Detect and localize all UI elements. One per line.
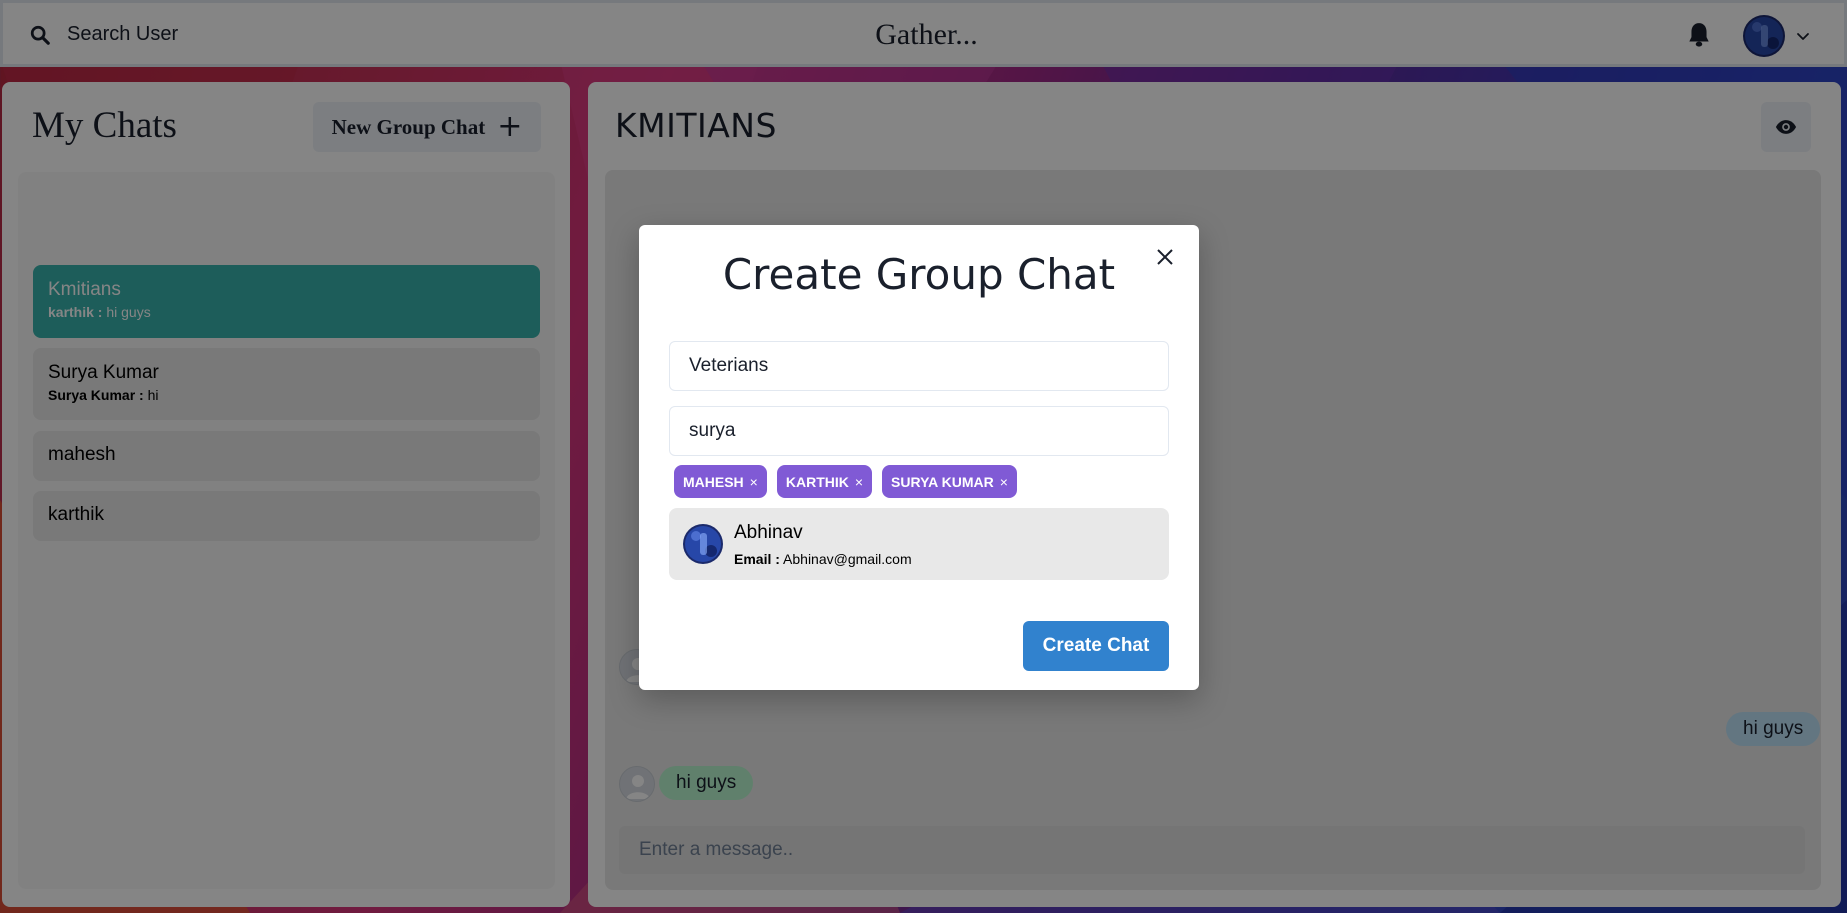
user-chip-karthik[interactable]: KARTHIK ×: [776, 465, 873, 498]
email-value: Abhinav@gmail.com: [783, 551, 912, 567]
add-users-search-input[interactable]: [669, 406, 1169, 456]
group-name-input[interactable]: [669, 341, 1169, 391]
modal-title: Create Group Chat: [722, 250, 1116, 299]
user-chip-mahesh[interactable]: MAHESH ×: [674, 465, 767, 498]
result-avatar: [683, 524, 723, 564]
user-chip-label: KARTHIK: [785, 473, 849, 490]
create-chat-button[interactable]: Create Chat: [1023, 621, 1169, 671]
email-label: Email :: [734, 551, 780, 567]
close-modal-button[interactable]: [1151, 243, 1179, 271]
create-group-chat-modal: Create Group Chat MAHESH × KARTHIK × SUR…: [639, 225, 1199, 690]
user-chip-label: SURYA KUMAR: [891, 473, 994, 490]
remove-chip-icon[interactable]: ×: [855, 474, 863, 490]
result-user-email: Email : Abhinav@gmail.com: [734, 551, 912, 567]
remove-chip-icon[interactable]: ×: [750, 474, 758, 490]
user-chip-label: MAHESH: [683, 473, 744, 490]
user-chip-surya-kumar[interactable]: SURYA KUMAR ×: [882, 465, 1017, 498]
remove-chip-icon[interactable]: ×: [1000, 474, 1008, 490]
search-result-user[interactable]: Abhinav Email : Abhinav@gmail.com: [669, 508, 1169, 580]
result-user-name: Abhinav: [734, 522, 803, 543]
close-icon: [1157, 249, 1173, 265]
selected-users: MAHESH × KARTHIK × SURYA KUMAR ×: [674, 465, 1017, 498]
